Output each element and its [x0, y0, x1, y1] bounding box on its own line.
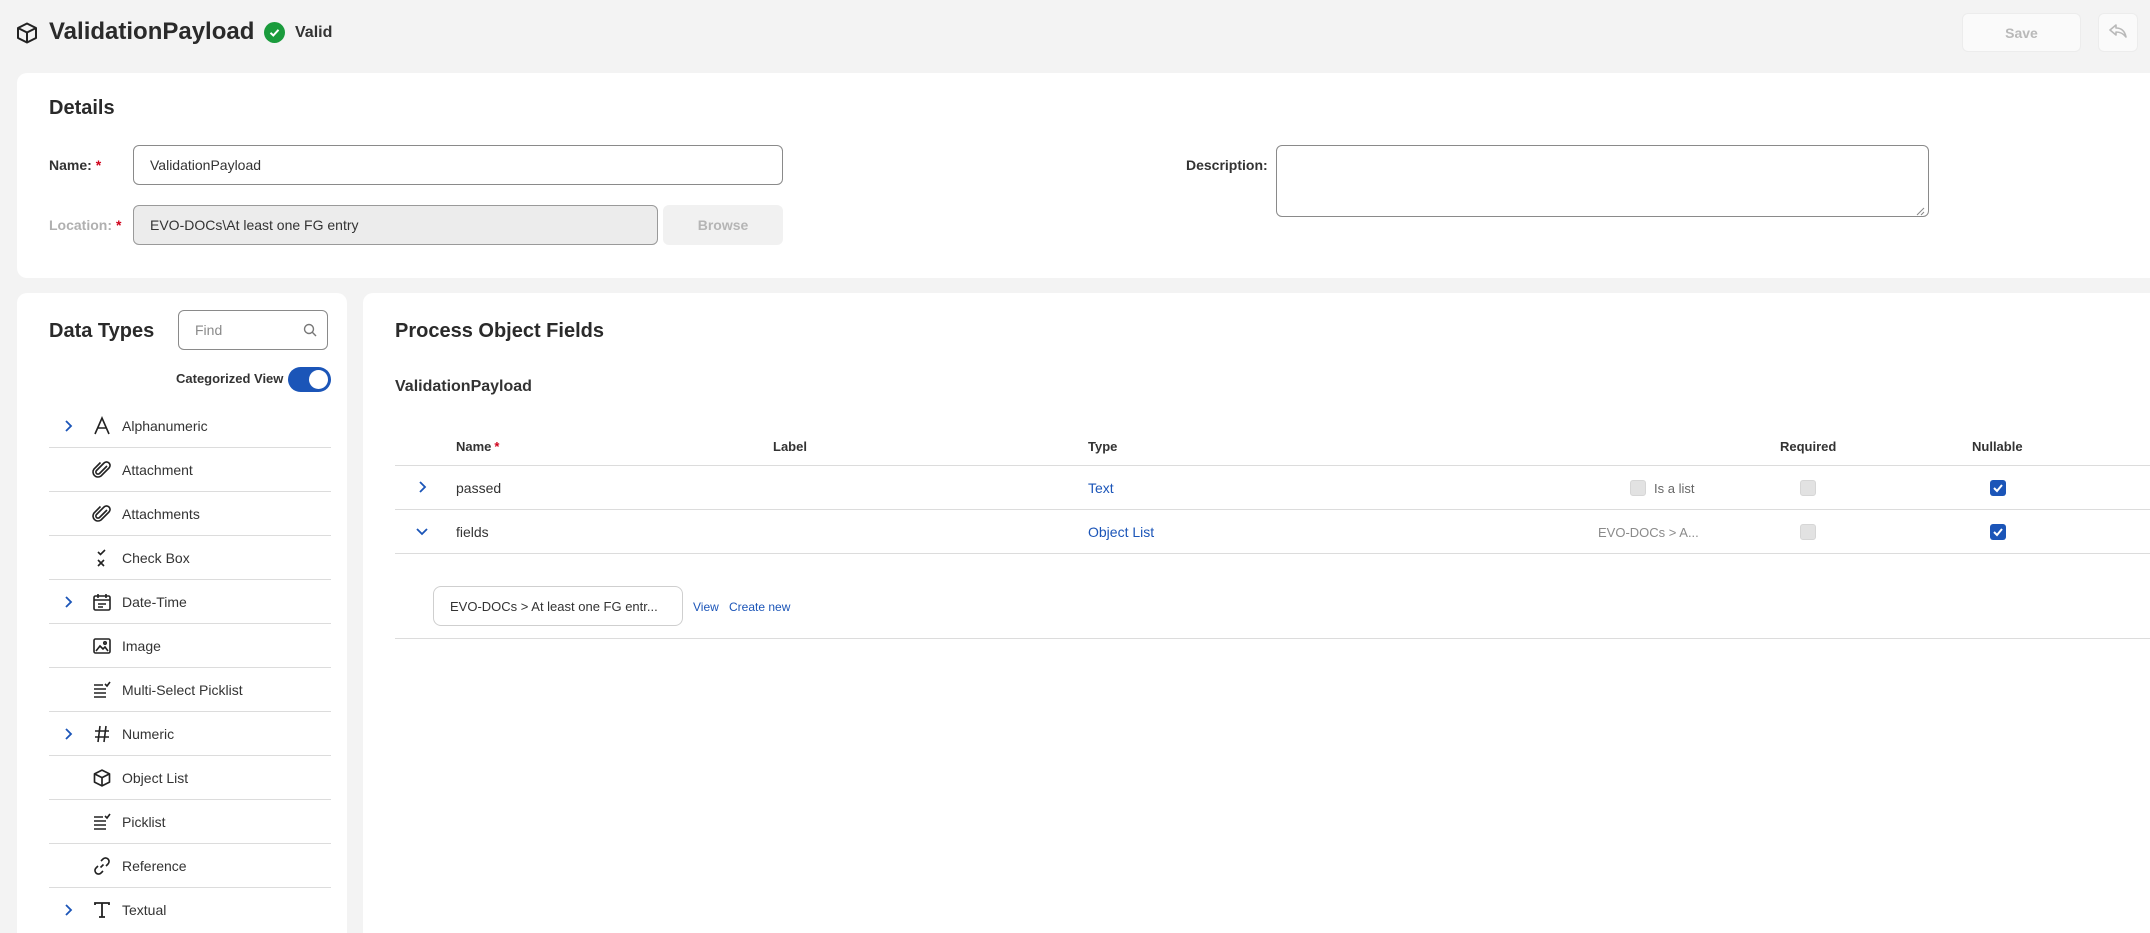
data-type-label: Numeric: [122, 725, 175, 742]
status-text: Valid: [295, 23, 333, 41]
data-type-label: Check Box: [122, 549, 190, 566]
data-types-panel: Data Types Find Categorized View Alphanu…: [17, 293, 347, 933]
chevron-down-icon[interactable]: [415, 524, 429, 538]
col-header-label: Label: [773, 439, 807, 454]
divider: [395, 509, 2150, 510]
view-link[interactable]: View: [693, 600, 719, 614]
is-a-list-checkbox[interactable]: [1630, 480, 1646, 496]
divider: [395, 465, 2150, 466]
link-icon: [91, 855, 113, 877]
page-title: ValidationPayload: [49, 18, 255, 45]
chevron-right-icon[interactable]: [61, 727, 75, 741]
data-type-label: Picklist: [122, 813, 166, 830]
chevron-right-icon[interactable]: [61, 903, 75, 917]
data-type-textual[interactable]: Textual: [49, 888, 331, 932]
data-type-image[interactable]: Image: [49, 624, 331, 668]
browse-button: Browse: [663, 205, 783, 245]
object-ref-summary: EVO-DOCs > A...: [1598, 525, 1699, 540]
is-a-list-label: Is a list: [1654, 481, 1695, 496]
find-input[interactable]: Find: [178, 310, 328, 350]
save-button[interactable]: Save: [1962, 13, 2081, 52]
chevron-right-icon[interactable]: [61, 595, 75, 609]
field-type-link[interactable]: Text: [1088, 480, 1114, 496]
status-badge: Valid: [264, 22, 332, 43]
chevron-right-icon[interactable]: [415, 480, 429, 494]
page-header: ValidationPayload Valid Save: [0, 0, 2150, 68]
data-types-heading: Data Types: [49, 320, 155, 342]
data-type-numeric[interactable]: Numeric: [49, 712, 331, 756]
create-new-link[interactable]: Create new: [729, 600, 790, 614]
back-button[interactable]: [2098, 13, 2138, 52]
data-type-alphanumeric[interactable]: Alphanumeric: [49, 404, 331, 448]
col-header-type: Type: [1088, 439, 1118, 454]
resize-handle-icon[interactable]: [1915, 203, 1925, 216]
object-reference-pill[interactable]: EVO-DOCs > At least one FG entr...: [433, 586, 683, 626]
field-name[interactable]: fields: [456, 524, 489, 540]
data-type-label: Attachment: [122, 461, 193, 478]
fields-heading: Process Object Fields: [395, 320, 604, 342]
data-type-picklist[interactable]: Picklist: [49, 800, 331, 844]
find-placeholder: Find: [195, 322, 223, 338]
data-type-label: Date-Time: [122, 593, 187, 610]
multi-picklist-icon: [91, 679, 113, 701]
data-type-object-list[interactable]: Object List: [49, 756, 331, 800]
check-circle-icon: [264, 22, 285, 43]
cube-icon: [91, 767, 113, 789]
categorized-view-toggle[interactable]: [288, 367, 331, 392]
letter-t-icon: [91, 899, 113, 921]
hash-icon: [91, 723, 113, 745]
location-label: Location: *: [49, 217, 122, 233]
categorized-view-label: Categorized View: [176, 371, 284, 386]
field-type-link[interactable]: Object List: [1088, 524, 1154, 540]
location-input: EVO-DOCs\At least one FG entry: [133, 205, 658, 245]
divider: [395, 638, 2150, 639]
data-type-label: Textual: [122, 902, 167, 918]
details-card: Details Name: * ValidationPayload Locatio…: [17, 73, 2150, 278]
chevron-right-icon[interactable]: [61, 419, 75, 433]
paperclip-icon: [91, 459, 113, 481]
data-type-attachment[interactable]: Attachment: [49, 448, 331, 492]
description-textarea[interactable]: [1276, 145, 1929, 217]
col-header-nullable: Nullable: [1972, 439, 2023, 454]
data-type-label: Object List: [122, 769, 189, 786]
data-type-label: Alphanumeric: [122, 417, 208, 434]
data-type-label: Multi-Select Picklist: [122, 681, 243, 698]
nullable-checkbox[interactable]: [1990, 480, 2006, 496]
field-name[interactable]: passed: [456, 480, 501, 496]
reply-arrow-icon: [2109, 24, 2127, 41]
col-header-required: Required: [1780, 439, 1837, 454]
required-checkbox[interactable]: [1800, 524, 1816, 540]
process-object-fields-panel: Process Object Fields ValidationPayload …: [363, 293, 2150, 933]
details-heading: Details: [49, 97, 115, 119]
data-type-list: Alphanumeric Attachment Attachments Chec…: [49, 404, 331, 932]
paperclip-icon: [91, 503, 113, 525]
name-input[interactable]: ValidationPayload: [133, 145, 783, 185]
description-label: Description:: [1186, 157, 1268, 173]
col-header-name: Name *: [456, 439, 500, 454]
checkbox-icon: [91, 547, 113, 569]
letter-a-icon: [91, 415, 113, 437]
image-icon: [91, 635, 113, 657]
data-type-label: Attachments: [122, 505, 200, 522]
data-type-check-box[interactable]: Check Box: [49, 536, 331, 580]
data-type-label: Image: [122, 637, 161, 654]
object-name: ValidationPayload: [395, 378, 532, 395]
nullable-checkbox[interactable]: [1990, 524, 2006, 540]
picklist-icon: [91, 811, 113, 833]
data-type-reference[interactable]: Reference: [49, 844, 331, 888]
name-label: Name: *: [49, 157, 102, 173]
cube-icon: [15, 21, 39, 45]
calendar-icon: [91, 591, 113, 613]
data-type-label: Reference: [122, 857, 187, 874]
data-type-date-time[interactable]: Date-Time: [49, 580, 331, 624]
search-icon: [303, 323, 317, 340]
required-checkbox[interactable]: [1800, 480, 1816, 496]
data-type-multi-select-picklist[interactable]: Multi-Select Picklist: [49, 668, 331, 712]
divider: [395, 553, 2150, 554]
data-type-attachments[interactable]: Attachments: [49, 492, 331, 536]
